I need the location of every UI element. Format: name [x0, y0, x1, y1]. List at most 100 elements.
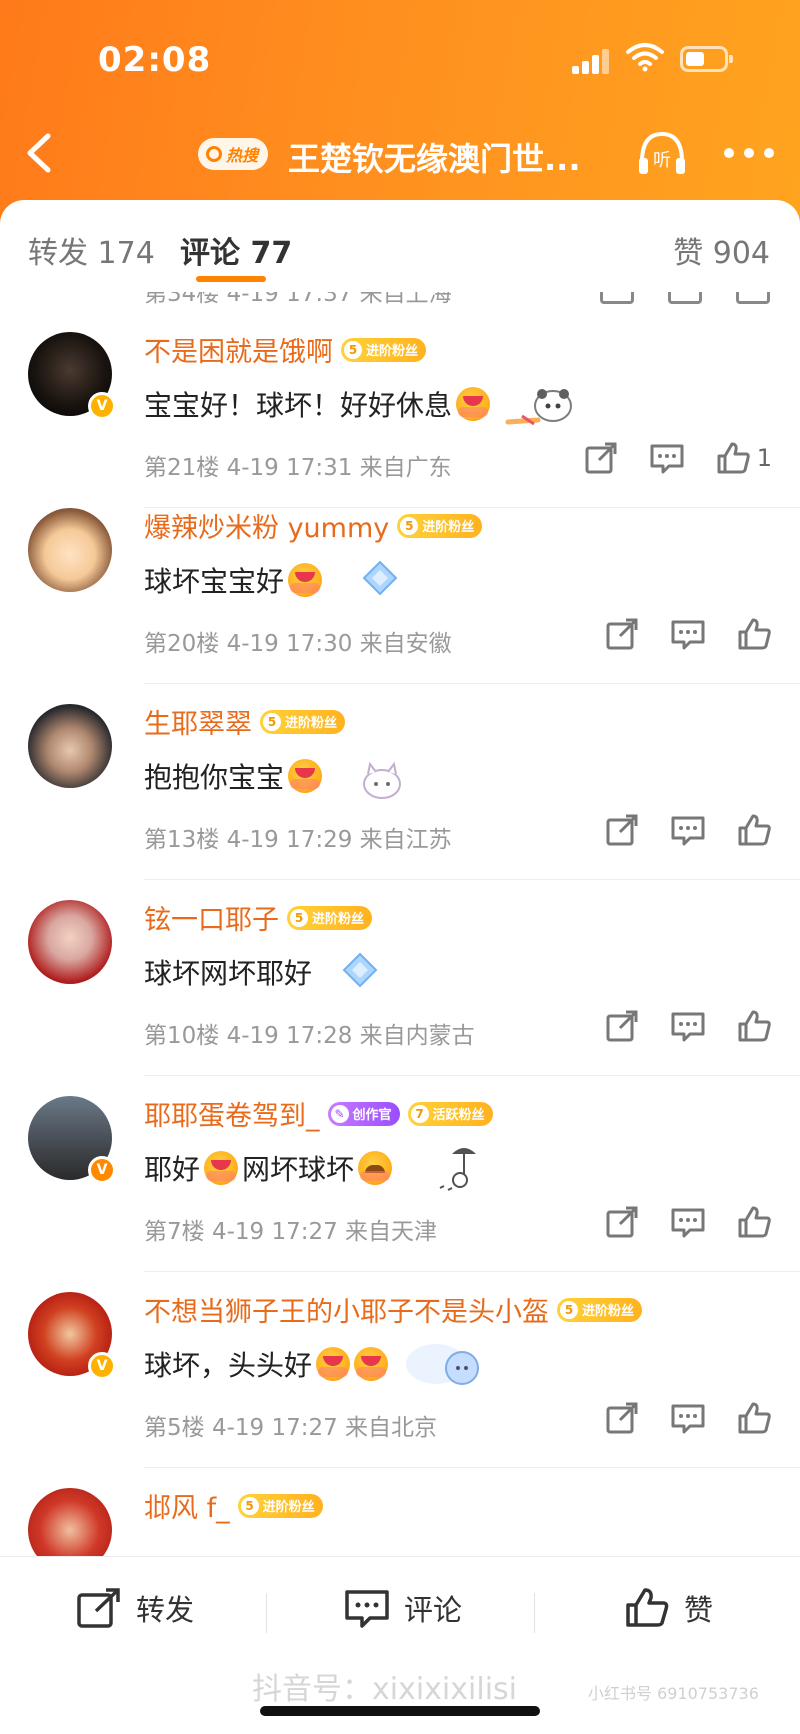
username[interactable]: 不是困就是饿啊	[144, 330, 333, 369]
creator-badge: ✎ 创作官	[327, 1101, 400, 1126]
username[interactable]: 邶风 f_	[144, 1486, 230, 1525]
repost-icon[interactable]	[604, 1008, 640, 1044]
fan-badge-label: 进阶粉丝	[312, 912, 365, 927]
avatar[interactable]	[28, 704, 112, 788]
comment-meta: 第34楼 4-19 17:37 来自上海	[144, 292, 452, 307]
avatar[interactable]	[28, 508, 112, 592]
fan-badge: 5 进阶粉丝	[260, 709, 346, 734]
repost-icon[interactable]	[583, 440, 619, 476]
comment-header: 铉一口耶子 5 进阶粉丝	[144, 898, 373, 937]
nav-bar: 热搜 王楚钦无缘澳门世... 听	[0, 118, 800, 188]
username[interactable]: 爆辣炒米粉 yummy	[144, 506, 389, 545]
fan-badge-label: 活跃粉丝	[432, 1108, 485, 1123]
like-icon[interactable]	[736, 812, 772, 848]
like-icon[interactable]	[736, 1400, 772, 1436]
username[interactable]: 不想当狮子王的小耶子不是头小盔	[144, 1290, 549, 1329]
repost-icon[interactable]	[604, 1204, 640, 1240]
back-icon[interactable]	[20, 130, 60, 176]
comment-icon[interactable]	[670, 812, 706, 848]
comment-icon[interactable]	[670, 616, 706, 652]
more-icon[interactable]	[724, 148, 774, 160]
verified-icon: V	[88, 392, 116, 420]
fan-badge-label: 进阶粉丝	[582, 1304, 635, 1319]
listen-icon[interactable]: 听	[636, 128, 688, 178]
comment-list[interactable]: 第34楼 4-19 17:37 来自上海 V 不是困就是饿啊 5 进阶粉丝 宝宝…	[0, 292, 800, 1556]
heart-eyes-emoji-icon	[288, 563, 323, 597]
fan-level: 5	[344, 340, 362, 359]
home-indicator[interactable]	[260, 1706, 540, 1716]
like-icon[interactable]	[736, 292, 770, 304]
comment-text-content: 球坏宝宝好	[144, 565, 285, 598]
fan-badge: 5 进阶粉丝	[287, 905, 373, 930]
comment-actions	[604, 1400, 772, 1436]
comment-item[interactable]: V 不是困就是饿啊 5 进阶粉丝 宝宝好！球坏！好好休息 第21楼 4-19 1…	[0, 312, 800, 508]
username[interactable]: 耶耶蛋卷驾到_	[144, 1094, 320, 1133]
fan-badge-label: 进阶粉丝	[262, 1500, 315, 1515]
topic-title[interactable]: 王楚钦无缘澳门世...	[288, 134, 580, 180]
comment-label: 评论	[404, 1593, 463, 1627]
divider	[266, 1593, 267, 1633]
like-button[interactable]: 赞	[624, 1587, 713, 1629]
fan-level: 5	[400, 516, 419, 535]
wifi-icon	[626, 43, 664, 72]
verified-icon: V	[88, 1156, 116, 1184]
fan-badge-label: 进阶粉丝	[285, 716, 338, 731]
comment-icon[interactable]	[670, 1008, 706, 1044]
comment-meta: 第10楼 4-19 17:28 来自内蒙古	[144, 1023, 475, 1049]
comment-text-part-b: 网坏球坏	[242, 1153, 355, 1186]
like-icon[interactable]	[736, 1204, 772, 1240]
heart-eyes-emoji-icon	[204, 1151, 239, 1185]
comment-item[interactable]: V 不想当狮子王的小耶子不是头小盔 5 进阶粉丝 球坏，头头好 第5楼 4-19…	[0, 1272, 800, 1468]
tabs: 转发 174 评论 77 赞 904	[0, 200, 800, 292]
comment-button[interactable]: 评论	[344, 1587, 462, 1629]
comment-text-content: 宝宝好！球坏！好好休息	[144, 389, 453, 422]
comment-text: 球坏宝宝好	[144, 552, 420, 608]
comment-text-content: 球坏网坏耶好	[144, 957, 313, 990]
comment-actions	[604, 812, 772, 848]
comment-text-content: 球坏，头头好	[144, 1349, 313, 1382]
comment-icon[interactable]	[668, 292, 702, 304]
comment-item[interactable]: 邶风 f_ 5 进阶粉丝	[0, 1468, 800, 1556]
avatar[interactable]	[28, 900, 112, 984]
comment-text-part-a: 耶好	[144, 1153, 201, 1186]
repost-icon[interactable]	[604, 812, 640, 848]
fan-badge: 5 进阶粉丝	[397, 513, 483, 538]
fan-badge: 5 进阶粉丝	[557, 1297, 643, 1322]
fan-badge: 7 活跃粉丝	[407, 1101, 493, 1126]
comment-item[interactable]: V 耶耶蛋卷驾到_ ✎ 创作官 7 活跃粉丝 耶好 网坏球坏 第7楼 4-19 …	[0, 1076, 800, 1272]
creator-icon: ✎	[330, 1104, 349, 1123]
comment-item[interactable]: 爆辣炒米粉 yummy 5 进阶粉丝 球坏宝宝好 第20楼 4-19 17:30…	[0, 488, 800, 684]
like-icon[interactable]	[736, 616, 772, 652]
hot-search-badge: 热搜	[198, 138, 269, 170]
repost-icon[interactable]	[600, 292, 634, 304]
fan-badge: 5 进阶粉丝	[237, 1493, 323, 1518]
comment-item[interactable]: 铉一口耶子 5 进阶粉丝 球坏网坏耶好 第10楼 4-19 17:28 来自内蒙…	[0, 880, 800, 1076]
repost-icon[interactable]	[604, 1400, 640, 1436]
cat-sticker-icon	[363, 761, 402, 799]
username[interactable]: 生耶翠翠	[144, 702, 252, 741]
avatar[interactable]	[28, 1488, 112, 1556]
username[interactable]: 铉一口耶子	[144, 898, 279, 937]
comment-icon	[345, 1590, 389, 1628]
tab-repost[interactable]: 转发 174	[28, 228, 155, 272]
fan-level: 5	[240, 1496, 259, 1515]
comment-header: 不是困就是饿啊 5 进阶粉丝	[144, 330, 427, 369]
like-button[interactable]: 1	[715, 440, 772, 476]
tab-like[interactable]: 赞 904	[673, 228, 770, 272]
like-icon	[626, 1588, 669, 1627]
creator-badge-label: 创作官	[352, 1108, 392, 1123]
comment-item[interactable]: 生耶翠翠 5 进阶粉丝 抱抱你宝宝 第13楼 4-19 17:29 来自江苏	[0, 684, 800, 880]
like-icon[interactable]	[736, 1008, 772, 1044]
like-icon[interactable]	[715, 440, 751, 476]
battery-icon	[680, 46, 733, 72]
tab-comment[interactable]: 评论 77	[180, 228, 292, 272]
fan-badge: 5 进阶粉丝	[341, 337, 427, 362]
divider	[534, 1593, 535, 1633]
comment-icon[interactable]	[670, 1400, 706, 1436]
fan-badge-label: 进阶粉丝	[422, 520, 475, 535]
repost-icon[interactable]	[604, 616, 640, 652]
repost-button[interactable]: 转发	[76, 1587, 194, 1629]
comment-icon[interactable]	[670, 1204, 706, 1240]
partial-comment: 第34楼 4-19 17:37 来自上海	[0, 292, 800, 307]
comment-icon[interactable]	[649, 440, 685, 476]
